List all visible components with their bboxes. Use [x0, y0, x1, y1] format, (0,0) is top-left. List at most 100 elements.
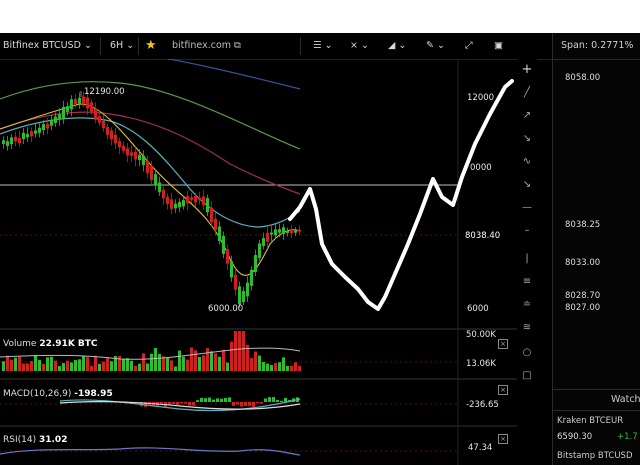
curve-icon[interactable]: ∿ [521, 156, 533, 168]
fullscreen-icon[interactable]: ⤢ [465, 33, 473, 59]
candle-body [6, 141, 9, 147]
rectangle-icon[interactable]: □ [521, 370, 533, 382]
candle-body [294, 230, 297, 233]
candle-body [62, 106, 65, 119]
volume-bar [270, 364, 273, 371]
source-link[interactable]: bitfinex.com ⧉ [172, 33, 241, 59]
parallel-lines-icon[interactable]: ≡ [521, 276, 533, 288]
macd-bar [240, 402, 243, 407]
volume-value: 22.91K BTC [39, 339, 98, 349]
ma-line-green [0, 81, 301, 150]
macd-bar [264, 398, 267, 402]
chart-type-button[interactable]: ☰ ⌄ [313, 33, 333, 59]
channel-icon[interactable]: ≐ [521, 299, 533, 311]
candle-body [34, 130, 37, 134]
candle-body [42, 124, 45, 131]
macd-bar [196, 400, 199, 402]
macd-bar [280, 400, 283, 402]
watchlist-item-price: 6590.30 [557, 432, 593, 442]
volume-bar [42, 363, 45, 371]
compare-button[interactable]: ◢ ⌄ [388, 33, 406, 59]
close-volume-icon[interactable]: × [498, 339, 508, 349]
ray-icon[interactable]: ↗ [521, 110, 533, 122]
indicators-button[interactable]: ⨯ ⌄ [350, 33, 369, 59]
circle-icon[interactable]: ○ [521, 347, 533, 359]
crosshair-icon[interactable]: + [521, 63, 533, 76]
candle-body [66, 106, 69, 112]
candle-body [186, 196, 189, 204]
candle-body [190, 197, 193, 200]
candle-body [210, 207, 213, 223]
candle-body [278, 229, 281, 233]
watchlist-item-name[interactable]: Bitstamp BTCUSD [557, 451, 633, 461]
short-line-icon[interactable]: – [521, 225, 533, 237]
volume-bar [174, 366, 177, 371]
volume-axis-label-ma: 13.06K [466, 359, 496, 369]
trendline-icon[interactable]: ╱ [521, 87, 533, 99]
macd-bar [276, 399, 279, 402]
depth-price: 8038.25 [565, 220, 601, 230]
watchlist-item-change: +1.7 [617, 432, 638, 442]
volume-bar [142, 353, 145, 371]
fib-icon[interactable]: ≋ [521, 322, 533, 334]
watchlist-item-name[interactable]: Kraken BTCEUR [557, 416, 623, 426]
volume-bar [166, 357, 169, 371]
candle-body [10, 137, 13, 145]
macd-bar [216, 398, 219, 402]
star-icon[interactable]: ★ [145, 33, 157, 59]
volume-bar [46, 357, 49, 371]
volume-label: Volume 22.91K BTC [3, 339, 98, 349]
candle-body [250, 269, 253, 286]
depth-panel: Span: 0.2771% 8058.00 8038.25 8033.00 80… [552, 33, 640, 465]
volume-bar [50, 356, 53, 371]
screenshot-icon[interactable]: ▣ [494, 33, 503, 59]
yaxis-label-current: 8038.40 [465, 231, 501, 241]
volume-bar [194, 350, 197, 371]
candle-body [54, 116, 57, 123]
watchlist-header[interactable]: Watchl [553, 389, 640, 411]
symbol-selector[interactable]: Bitfinex BTCUSD ⌄ [3, 33, 92, 59]
candle-body [150, 165, 153, 181]
candle-body [286, 230, 289, 233]
close-rsi-icon[interactable]: × [498, 434, 508, 444]
volume-bar [150, 353, 153, 371]
candle-body [18, 137, 21, 144]
horizontal-line-icon[interactable]: — [521, 202, 533, 214]
candle-body [218, 226, 221, 241]
candle-body [70, 99, 73, 110]
candle-body [98, 116, 101, 123]
volume-bar [98, 363, 101, 371]
volume-bar [294, 362, 297, 371]
candle-body [226, 249, 229, 264]
arrow-icon[interactable]: ↘ [521, 133, 533, 145]
macd-value: -198.95 [74, 389, 113, 399]
macd-bar [172, 402, 175, 404]
volume-bars [2, 331, 301, 371]
volume-bar [242, 331, 245, 371]
rsi-value: 31.02 [38, 435, 68, 445]
volume-bar [82, 355, 85, 371]
top-white-area [0, 0, 640, 33]
macd-bar [192, 402, 195, 406]
candle-body [258, 243, 261, 258]
close-macd-icon[interactable]: × [498, 385, 508, 395]
pencil-icon[interactable]: ✎ ⌄ [426, 33, 445, 59]
volume-bar [234, 331, 237, 371]
chart-area[interactable]: 12190.00 6000.00 [0, 59, 517, 465]
rsi-axis-label: 47.34 [468, 443, 493, 453]
volume-bar [190, 347, 193, 371]
timeframe-label: 6H [110, 40, 124, 51]
macd-bar [176, 402, 179, 405]
arrow-down-icon[interactable]: ↘ [521, 179, 533, 191]
chart-toolbar: Bitfinex BTCUSD ⌄ 6H ⌄ ★ bitfinex.com ⧉ … [0, 33, 552, 60]
macd-bar [220, 398, 223, 402]
candle-body [238, 286, 241, 305]
timeframe-selector[interactable]: 6H ⌄ [110, 33, 134, 59]
candle-body [102, 120, 105, 129]
depth-price: 8027.00 [565, 303, 601, 313]
drawing-tools: + ╱ ↗ ↘ ∿ ↘ — – | ≡ ≐ ≋ ○ □ [517, 59, 537, 465]
candle-body [38, 127, 41, 133]
macd-bar [260, 402, 263, 404]
candle-body [94, 108, 97, 120]
vertical-line-icon[interactable]: | [521, 253, 533, 265]
